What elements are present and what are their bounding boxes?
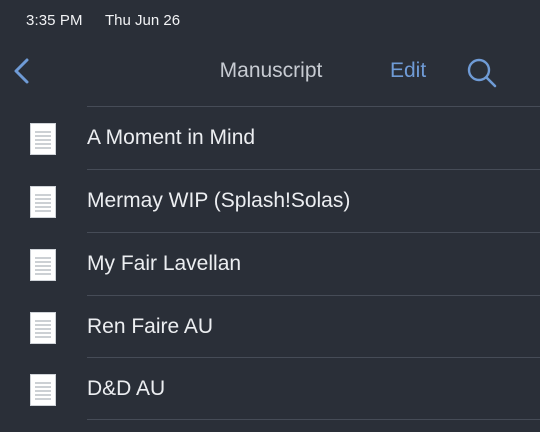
list-item-label: Mermay WIP (Splash!Solas) <box>87 189 351 212</box>
document-icon <box>30 249 56 281</box>
search-icon <box>465 58 499 94</box>
list-item[interactable]: A Moment in Mind <box>0 107 540 169</box>
list-item[interactable]: My Fair Lavellan <box>0 233 540 295</box>
list-item[interactable]: Mermay WIP (Splash!Solas) <box>0 170 540 232</box>
divider <box>87 419 540 420</box>
status-time: 3:35 PM <box>26 12 83 29</box>
edit-button[interactable]: Edit <box>390 59 426 83</box>
list-item[interactable]: Ren Faire AU <box>0 296 540 358</box>
list-item-label: D&D AU <box>87 377 166 400</box>
document-icon <box>30 123 56 155</box>
list-item-label: Ren Faire AU <box>87 315 214 338</box>
list-item-label: A Moment in Mind <box>87 126 256 149</box>
document-icon <box>30 374 56 406</box>
search-button[interactable] <box>465 56 499 90</box>
page-title: Manuscript <box>219 59 323 82</box>
document-icon <box>30 312 56 344</box>
chevron-left-icon <box>8 54 38 88</box>
status-date: Thu Jun 26 <box>105 12 181 29</box>
back-button[interactable] <box>8 54 38 88</box>
list-item-label: My Fair Lavellan <box>87 252 242 275</box>
page-title-wrapper: Manuscript <box>0 59 540 83</box>
status-bar: 3:35 PM Thu Jun 26 <box>0 0 540 40</box>
list-item[interactable]: D&D AU <box>0 358 540 420</box>
document-icon <box>30 186 56 218</box>
navigation-bar: Manuscript Edit <box>0 40 540 104</box>
